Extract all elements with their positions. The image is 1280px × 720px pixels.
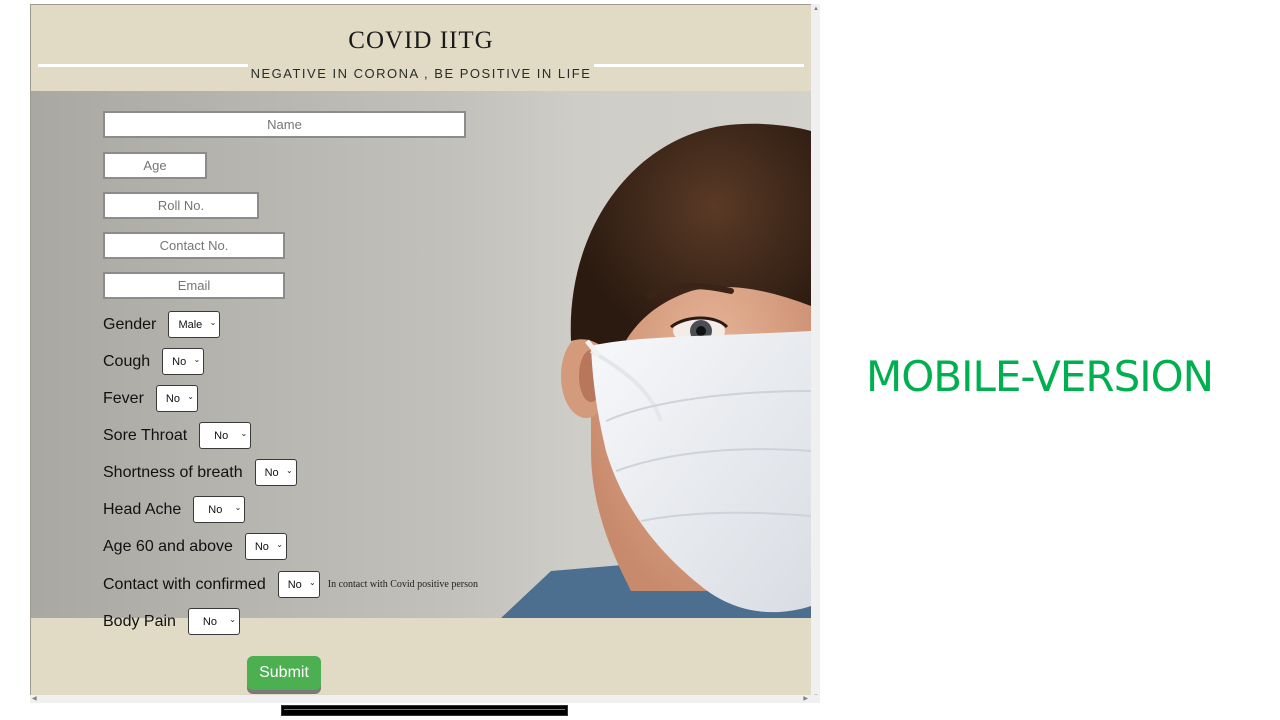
home-indicator <box>281 705 568 716</box>
body-pain-select[interactable]: No ⌄ <box>187 608 240 635</box>
name-field[interactable] <box>103 111 466 138</box>
age-60-row: Age 60 and above No ⌄ <box>103 533 287 560</box>
fever-row: Fever No ⌄ <box>103 385 198 412</box>
chevron-down-icon: ⌄ <box>187 392 194 401</box>
head-ache-label: Head Ache <box>103 500 182 518</box>
page-title: COVID IITG <box>348 27 494 54</box>
shortness-of-breath-row: Shortness of breath No ⌄ <box>103 459 297 486</box>
roll-number-field[interactable] <box>103 192 259 219</box>
horizontal-scrollbar[interactable]: ◀ ▶ <box>30 695 820 703</box>
chevron-down-icon: ⌄ <box>209 318 217 327</box>
body-pain-row: Body Pain No ⌄ <box>103 608 240 635</box>
contact-confirmed-select-value: No <box>287 578 302 591</box>
shortness-of-breath-select[interactable]: No ⌄ <box>254 459 297 486</box>
contact-confirmed-row: Contact with confirmed No ⌄ In contact w… <box>103 571 478 598</box>
vertical-scrollbar[interactable]: ▲ ▼ <box>811 4 820 702</box>
age-60-select-value: No <box>254 540 269 553</box>
chevron-down-icon: ⌄ <box>193 355 201 364</box>
sore-throat-select[interactable]: No ⌄ <box>199 422 252 449</box>
head-ache-select[interactable]: No ⌄ <box>193 496 246 523</box>
chevron-down-icon: ⌄ <box>276 540 283 549</box>
scroll-up-icon[interactable]: ▲ <box>813 6 819 12</box>
chevron-down-icon: ⌄ <box>240 429 248 438</box>
gender-label: Gender <box>103 315 157 333</box>
cough-row: Cough No ⌄ <box>103 348 205 375</box>
sore-throat-label: Sore Throat <box>103 426 188 444</box>
cough-select[interactable]: No ⌄ <box>162 348 205 375</box>
age-60-select[interactable]: No ⌄ <box>244 533 287 560</box>
submit-button[interactable]: Submit <box>247 656 321 690</box>
mobile-version-caption: MOBILE-VERSION <box>866 352 1214 401</box>
contact-number-field[interactable] <box>103 232 285 259</box>
chevron-down-icon: ⌄ <box>234 503 242 512</box>
sore-throat-select-value: No <box>214 429 229 442</box>
chevron-down-icon: ⌄ <box>309 578 316 587</box>
body-pain-label: Body Pain <box>103 612 176 630</box>
scroll-right-icon[interactable]: ▶ <box>803 696 808 702</box>
age-field[interactable] <box>103 152 207 179</box>
fever-label: Fever <box>103 389 144 407</box>
gender-row: Gender Male ⌄ <box>103 311 221 338</box>
contact-confirmed-select[interactable]: No ⌄ <box>277 571 320 598</box>
contact-confirmed-hint: In contact with Covid positive person <box>327 579 478 590</box>
page-frame: COVID IITG NEGATIVE IN CORONA , BE POSIT… <box>30 4 812 696</box>
page-subtitle: NEGATIVE IN CORONA , BE POSITIVE IN LIFE <box>250 66 592 81</box>
contact-confirmed-label: Contact with confirmed <box>103 575 266 593</box>
chevron-down-icon: ⌄ <box>285 466 293 475</box>
cough-label: Cough <box>103 352 151 370</box>
shortness-of-breath-select-value: No <box>264 466 279 479</box>
head-ache-select-value: No <box>208 503 223 516</box>
gender-select-value: Male <box>178 318 203 331</box>
cough-select-value: No <box>172 355 187 368</box>
body-pain-select-value: No <box>202 615 217 628</box>
head-ache-row: Head Ache No ⌄ <box>103 496 246 523</box>
sore-throat-row: Sore Throat No ⌄ <box>103 422 252 449</box>
email-field[interactable] <box>103 272 285 299</box>
shortness-of-breath-label: Shortness of breath <box>103 463 243 481</box>
fever-select[interactable]: No ⌄ <box>155 385 198 412</box>
chevron-down-icon: ⌄ <box>229 615 236 624</box>
scroll-left-icon[interactable]: ◀ <box>32 696 37 702</box>
age-60-label: Age 60 and above <box>103 537 233 555</box>
fever-select-value: No <box>165 392 180 405</box>
gender-select[interactable]: Male ⌄ <box>168 311 221 338</box>
